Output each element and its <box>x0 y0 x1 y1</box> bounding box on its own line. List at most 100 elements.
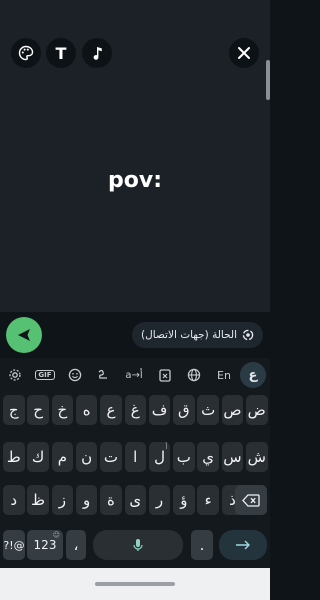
key-r3-7[interactable]: و <box>75 485 98 515</box>
symbols-key[interactable]: ?!@ <box>3 530 25 560</box>
keyboard: GIF a→أ En ع ضصثقفغعهخحجشسيبلأاتنمكطذءؤر… <box>0 358 270 568</box>
key-label: ل <box>154 448 165 466</box>
key-label: ا <box>133 448 138 466</box>
key-label: ط <box>6 448 21 466</box>
key-11[interactable]: ج <box>3 395 25 425</box>
key-hint: ☺ <box>52 531 60 539</box>
handwriting-icon[interactable] <box>94 366 112 384</box>
key-label: ؤ <box>180 491 188 509</box>
key-label: ي <box>202 448 215 466</box>
key-3[interactable]: ث <box>197 395 219 425</box>
key-r3-4[interactable]: ر <box>148 485 171 515</box>
emoji-icon[interactable] <box>66 366 84 384</box>
key-r2-8[interactable]: ن <box>75 442 98 472</box>
send-row: الحالة (جهات الاتصال) <box>0 312 270 358</box>
period-key[interactable]: . <box>191 530 213 560</box>
status-ring-icon <box>242 329 254 341</box>
key-label: ن <box>81 448 93 466</box>
key-label: ى <box>129 491 142 509</box>
key-label: ظ <box>31 491 45 509</box>
key-label: ع <box>106 401 116 419</box>
key-label: ح <box>33 401 43 419</box>
key-r2-6[interactable]: ا <box>124 442 146 472</box>
key-4[interactable]: ق <box>173 395 195 425</box>
key-7[interactable]: ع <box>100 395 122 425</box>
text-style-icon: T <box>55 43 67 63</box>
numbers-key[interactable]: 123 ☺ <box>27 530 63 560</box>
key-label: ز <box>58 491 66 509</box>
music-button[interactable] <box>82 38 112 68</box>
transliteration-button[interactable]: a→أ <box>120 366 148 384</box>
key-r2-3[interactable]: ي <box>197 442 219 472</box>
key-label: م <box>57 448 67 466</box>
arabic-layout-key[interactable]: ع <box>240 362 266 388</box>
clipboard-icon[interactable] <box>156 366 174 384</box>
microphone-icon <box>133 539 143 551</box>
scrollbar-thumb[interactable] <box>266 60 270 100</box>
home-gesture-handle[interactable] <box>95 582 175 586</box>
music-note-icon <box>93 47 102 60</box>
key-r2-5[interactable]: لأ <box>148 442 171 472</box>
key-label: ب <box>176 448 191 466</box>
key-label: ?!@ <box>3 538 25 552</box>
send-button[interactable] <box>6 317 42 353</box>
key-8[interactable]: ه <box>75 395 98 425</box>
key-r2-10[interactable]: ك <box>27 442 49 472</box>
key-r2-11[interactable]: ط <box>3 442 25 472</box>
key-r3-6[interactable]: ة <box>100 485 122 515</box>
language-switch[interactable]: En <box>214 366 234 384</box>
key-label: د <box>10 491 18 509</box>
key-r3-3[interactable]: ؤ <box>173 485 195 515</box>
key-r2-4[interactable]: ب <box>173 442 195 472</box>
key-r2-2[interactable]: س <box>221 442 244 472</box>
key-6[interactable]: غ <box>124 395 146 425</box>
status-editor-canvas[interactable]: T pov: <box>0 0 270 312</box>
key-label: ك <box>31 448 45 466</box>
close-icon <box>238 47 250 59</box>
key-label: ء <box>204 491 212 509</box>
palette-icon <box>18 45 34 61</box>
key-label: ف <box>151 401 168 419</box>
status-text[interactable]: pov: <box>0 168 270 193</box>
key-label: ش <box>247 448 266 466</box>
palette-button[interactable] <box>11 38 41 68</box>
status-audience-chip[interactable]: الحالة (جهات الاتصال) <box>132 322 263 348</box>
key-10[interactable]: ح <box>27 395 49 425</box>
key-label: س <box>223 448 242 466</box>
key-label: ة <box>107 491 115 509</box>
key-label: خ <box>57 401 68 419</box>
globe-icon[interactable] <box>184 366 204 384</box>
key-label: غ <box>130 401 140 419</box>
space-key[interactable] <box>93 530 183 560</box>
key-label: ت <box>103 448 118 466</box>
comma-key[interactable]: ، <box>66 530 86 560</box>
key-r3-10[interactable]: د <box>3 485 25 515</box>
key-r3-5[interactable]: ى <box>124 485 146 515</box>
key-r2-7[interactable]: ت <box>100 442 122 472</box>
enter-arrow-icon <box>236 540 250 550</box>
key-label: و <box>83 491 91 509</box>
keyboard-toolbar: GIF a→أ En ع <box>0 358 270 392</box>
key-label: ص <box>223 401 242 419</box>
settings-gear-icon[interactable] <box>6 366 24 384</box>
key-label: ق <box>178 401 190 419</box>
status-audience-label: الحالة (جهات الاتصال) <box>141 329 237 341</box>
backspace-key[interactable] <box>235 485 267 515</box>
key-1[interactable]: ض <box>246 395 268 425</box>
key-5[interactable]: ف <box>148 395 171 425</box>
text-style-button[interactable]: T <box>46 38 76 68</box>
system-navigation-bar <box>0 568 270 600</box>
gif-button[interactable]: GIF <box>34 366 56 384</box>
key-label: ، <box>73 536 79 554</box>
enter-key[interactable] <box>219 530 267 560</box>
key-label: . <box>199 536 205 554</box>
key-9[interactable]: خ <box>51 395 74 425</box>
key-2[interactable]: ص <box>221 395 244 425</box>
key-r3-8[interactable]: ز <box>51 485 74 515</box>
key-r2-9[interactable]: م <box>51 442 74 472</box>
key-r3-9[interactable]: ظ <box>27 485 49 515</box>
key-r3-2[interactable]: ء <box>197 485 219 515</box>
close-button[interactable] <box>229 38 259 68</box>
key-r2-1[interactable]: ش <box>246 442 268 472</box>
send-arrow-icon <box>18 329 30 341</box>
